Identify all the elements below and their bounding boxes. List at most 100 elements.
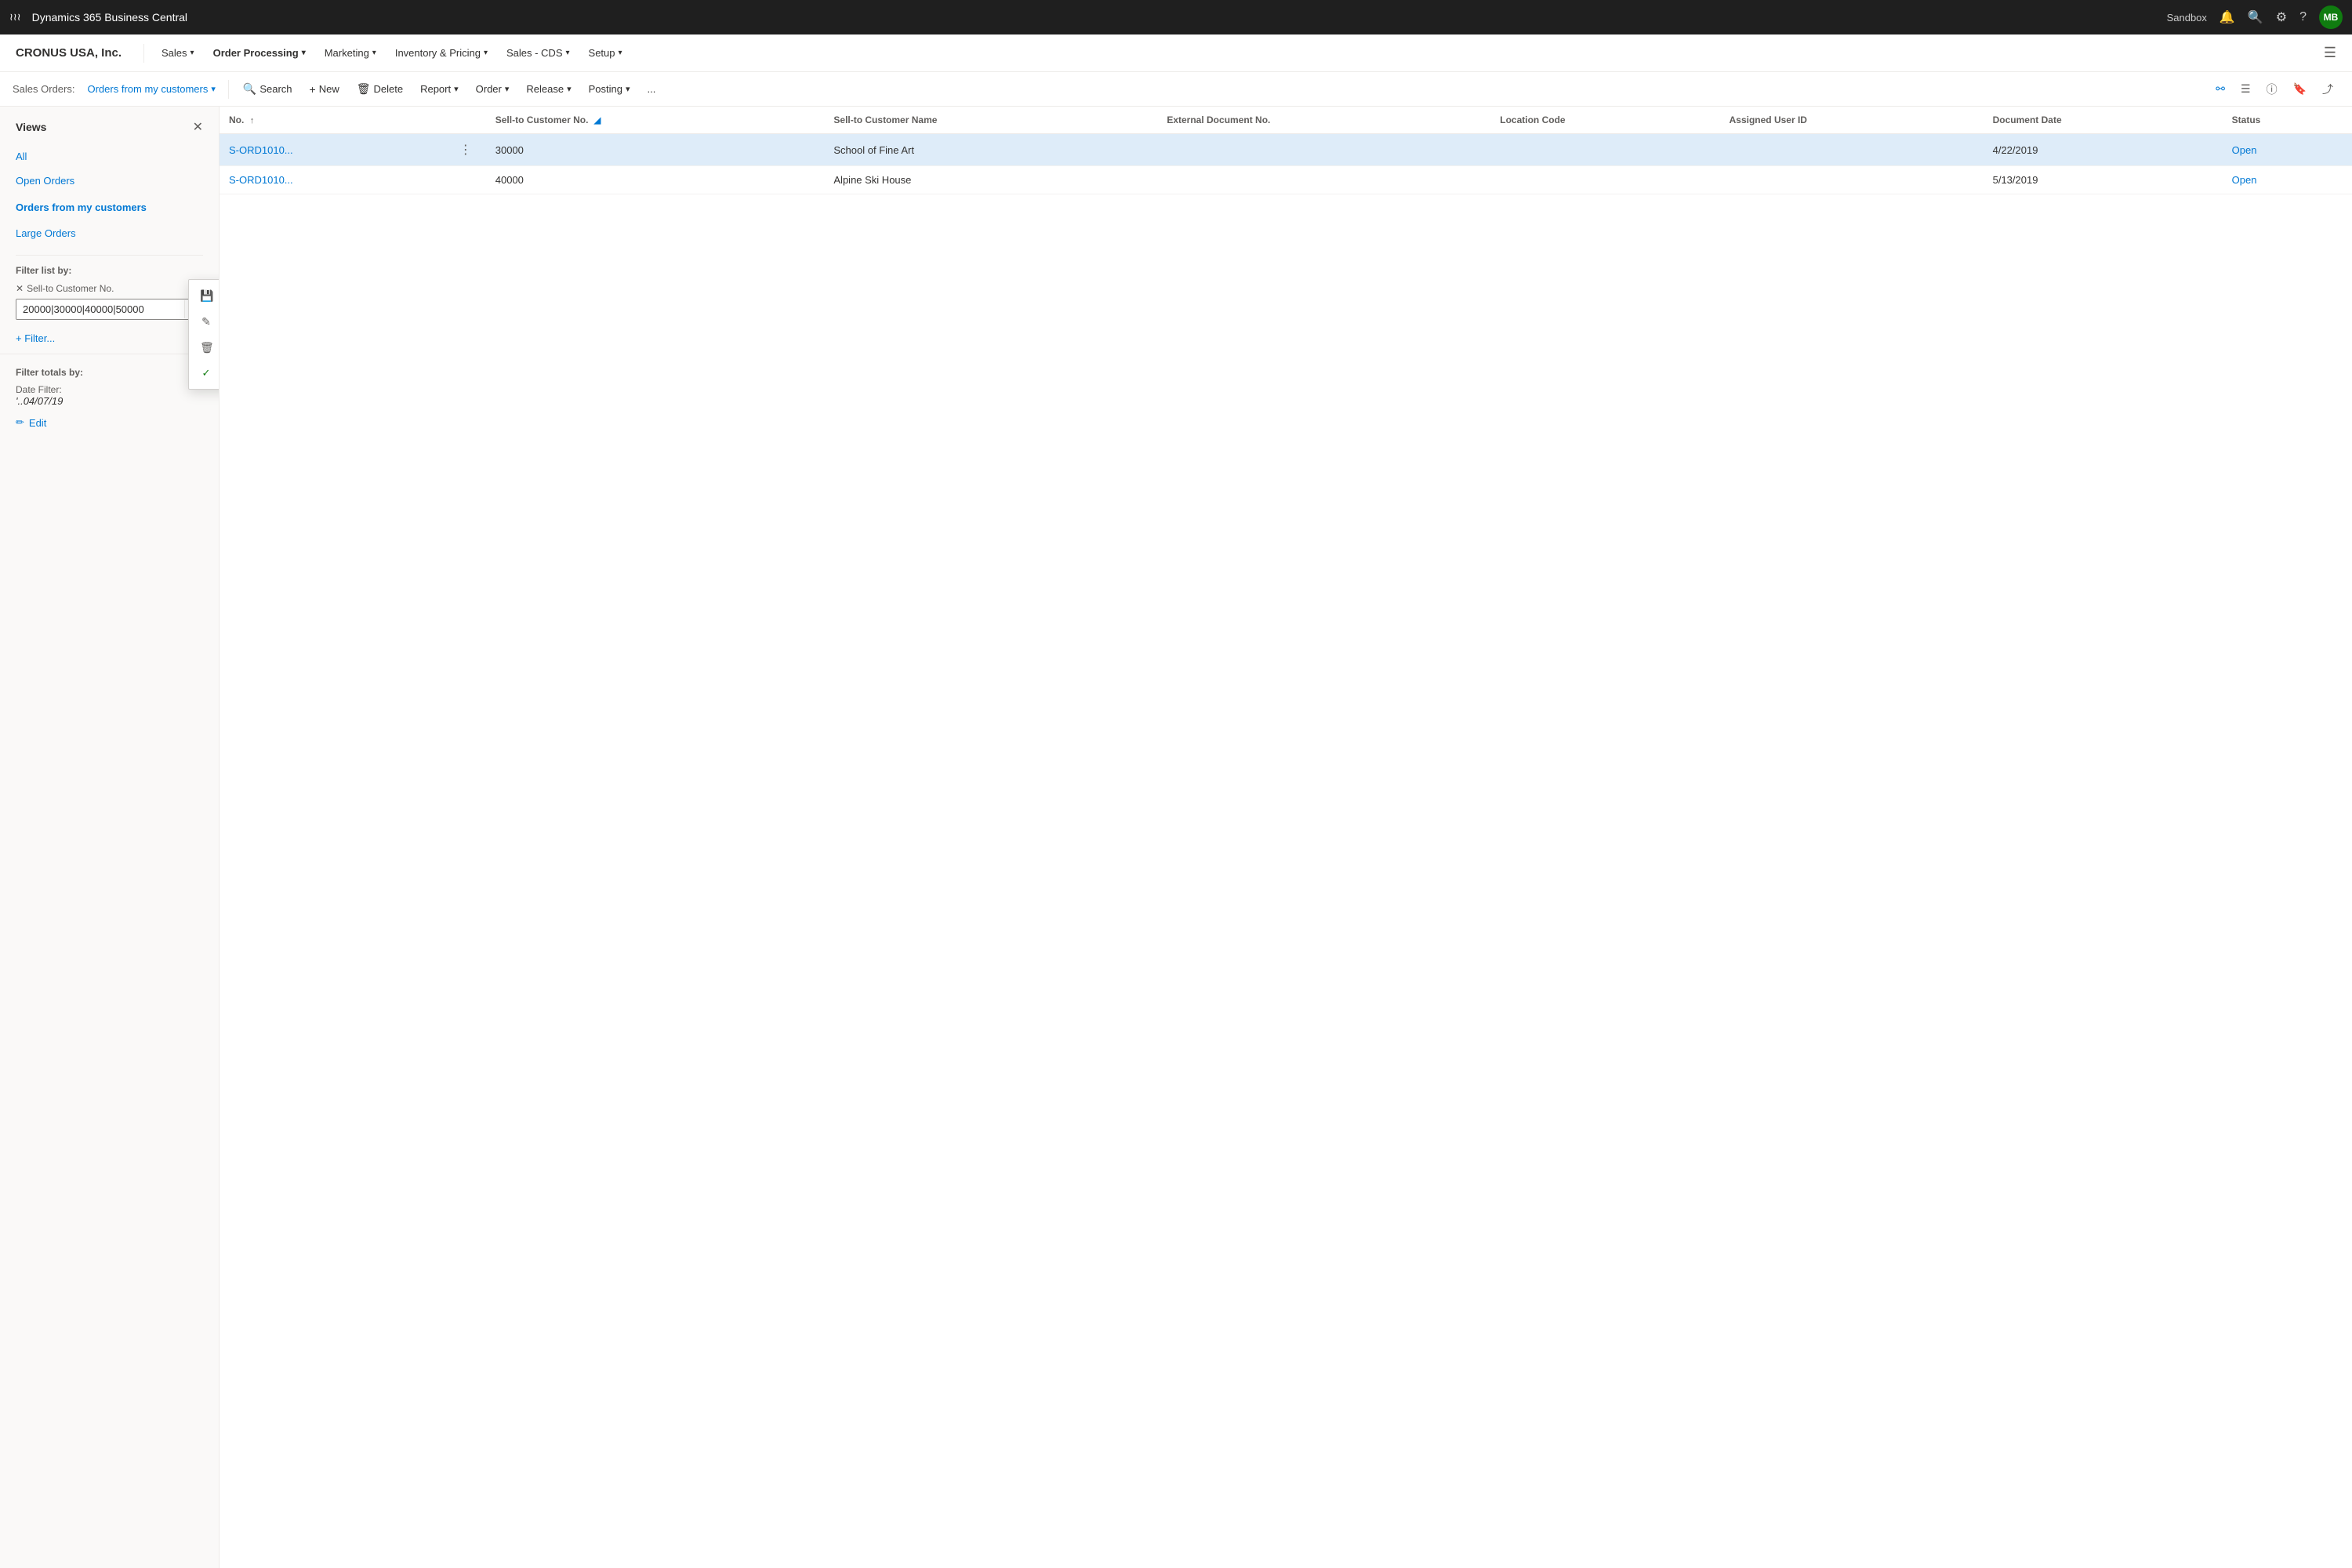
chevron-down-icon: ▾ [505,84,510,94]
search-label: Search [260,83,292,95]
nav-item-marketing[interactable]: Marketing ▾ [317,44,384,62]
col-header-location-code[interactable]: Location Code [1490,107,1719,134]
report-button[interactable]: Report ▾ [412,80,466,98]
search-icon[interactable]: 🔍 [2248,9,2263,25]
filter-input-row: ▾ [16,299,203,320]
check-icon: ✓ [200,367,212,379]
environment-label: Sandbox [2167,12,2207,24]
release-button[interactable]: Release ▾ [518,80,579,98]
cell-external-doc-no [1157,166,1490,194]
content-area: No. ↑ Sell-to Customer No. ◢ Sell-to Cus… [220,107,2352,1568]
nav-item-sales[interactable]: Sales ▾ [154,44,202,62]
views-close-icon[interactable]: ✕ [193,119,203,135]
filter-totals-label: Filter totals by: [16,367,203,378]
nav-item-setup[interactable]: Setup ▾ [581,44,630,62]
row-no-link[interactable]: S-ORD1010... [229,174,293,186]
view-item-label: Open Orders [16,175,74,187]
avatar[interactable]: MB [2319,5,2343,29]
app-title: Dynamics 365 Business Central [32,11,2167,24]
col-header-assigned-user-id[interactable]: Assigned User ID [1720,107,1984,134]
filter-remove-icon[interactable]: ✕ [16,283,24,294]
add-filter-button[interactable]: + Filter... [16,329,203,347]
search-button[interactable]: 🔍 Search [235,79,300,99]
view-item-open-orders[interactable]: Open Orders [0,169,219,193]
main-area: Views ✕ All Open Orders Orders from my c… [0,107,2352,1568]
cell-status: Open [2223,134,2352,166]
delete-button[interactable]: 🗑 Delete [349,79,411,99]
view-item-orders-from-my-customers[interactable]: Orders from my customers ⋮ [0,193,219,221]
chevron-down-icon: ▾ [567,84,572,94]
second-nav: CRONUS USA, Inc. Sales ▾ Order Processin… [0,34,2352,72]
row-actions-button[interactable]: ⋮ [455,142,477,158]
edit-label: Edit [29,417,46,429]
edit-button[interactable]: ✏ Edit [16,416,203,429]
posting-button[interactable]: Posting ▾ [581,80,638,98]
col-header-sell-to-customer-name[interactable]: Sell-to Customer Name [824,107,1157,134]
bookmark-icon[interactable]: 🔖 [2287,79,2313,99]
apps-icon[interactable]: ≀≀≀ [9,11,21,24]
order-button[interactable]: Order ▾ [468,80,517,98]
col-header-external-doc-no[interactable]: External Document No. [1157,107,1490,134]
cell-actions: ⋮ [445,134,486,166]
more-label: ... [648,83,656,95]
rename-icon: ✎ [200,315,212,328]
col-header-status[interactable]: Status [2223,107,2352,134]
filter-input[interactable] [16,299,184,319]
views-title: Views [16,121,46,133]
chevron-down-icon: ▾ [302,49,306,57]
status-badge: Open [2232,144,2257,156]
cell-location-code [1490,134,1719,166]
chevron-down-icon: ▾ [372,49,376,57]
cell-external-doc-no [1157,134,1490,166]
nav-item-order-processing[interactable]: Order Processing ▾ [205,44,314,62]
nav-item-inventory-pricing[interactable]: Inventory & Pricing ▾ [387,44,495,62]
context-menu-save-as[interactable]: 💾 Save as... [189,283,220,309]
cell-sell-to-customer-name: Alpine Ski House [824,166,1157,194]
trash-icon: 🗑 [200,341,212,354]
toolbar-separator [228,80,229,99]
nav-divider [143,44,144,63]
hamburger-icon[interactable]: ☰ [2324,45,2336,61]
filter-icon[interactable]: ⚯ [2209,79,2231,99]
expand-icon[interactable]: ⤴ [2316,78,2339,100]
col-header-sell-to-customer-no[interactable]: Sell-to Customer No. ◢ [486,107,825,134]
view-item-all[interactable]: All [0,144,219,169]
date-filter-value: '..04/07/19 [16,395,203,407]
chevron-down-icon: ▾ [626,84,630,94]
top-bar: ≀≀≀ Dynamics 365 Business Central Sandbo… [0,0,2352,34]
list-view-icon[interactable]: ☰ [2234,79,2257,99]
col-header-document-date[interactable]: Document Date [1984,107,2223,134]
filter-totals-section: Filter totals by: Date Filter: '..04/07/… [0,354,219,429]
view-item-large-orders[interactable]: Large Orders [0,221,219,245]
cell-assigned-user-id [1720,166,1984,194]
context-menu-remove[interactable]: 🗑 Remove [189,335,220,361]
table-row: S-ORD1010... 40000 Alpine Ski House 5/13… [220,166,2352,194]
sort-asc-icon: ↑ [250,116,255,125]
top-bar-right: Sandbox 🔔 🔍 ⚙ ? MB [2167,5,2343,29]
new-label: New [319,83,339,95]
col-header-no[interactable]: No. ↑ [220,107,445,134]
filter-list-by-label: Filter list by: [16,265,203,276]
filter-section: Filter list by: ✕ Sell-to Customer No. ▾… [0,265,219,347]
row-no-link[interactable]: S-ORD1010... [229,144,293,156]
settings-icon[interactable]: ⚙ [2276,9,2287,25]
save-icon: 💾 [200,289,212,303]
current-view-label: Orders from my customers [87,83,208,95]
status-badge: Open [2232,174,2257,186]
nav-item-sales-cds[interactable]: Sales - CDS ▾ [499,44,578,62]
date-filter-label: Date Filter: [16,384,203,395]
chevron-down-icon: ▾ [454,84,459,94]
more-button[interactable]: ... [640,80,664,98]
current-view-button[interactable]: Orders from my customers ▾ [81,80,221,98]
edit-pencil-icon: ✏ [16,416,24,429]
chevron-down-icon: ▾ [566,49,570,57]
table-header-row: No. ↑ Sell-to Customer No. ◢ Sell-to Cus… [220,107,2352,134]
help-icon[interactable]: ? [2299,10,2307,24]
search-icon: 🔍 [243,82,256,96]
info-icon[interactable]: ⓘ [2260,78,2284,100]
context-menu-rename[interactable]: ✎ Rename... [189,309,220,335]
toolbar-label: Sales Orders: [13,83,74,95]
notification-icon[interactable]: 🔔 [2220,9,2235,25]
cell-sell-to-customer-no: 30000 [486,134,825,166]
new-button[interactable]: + New [302,80,347,99]
